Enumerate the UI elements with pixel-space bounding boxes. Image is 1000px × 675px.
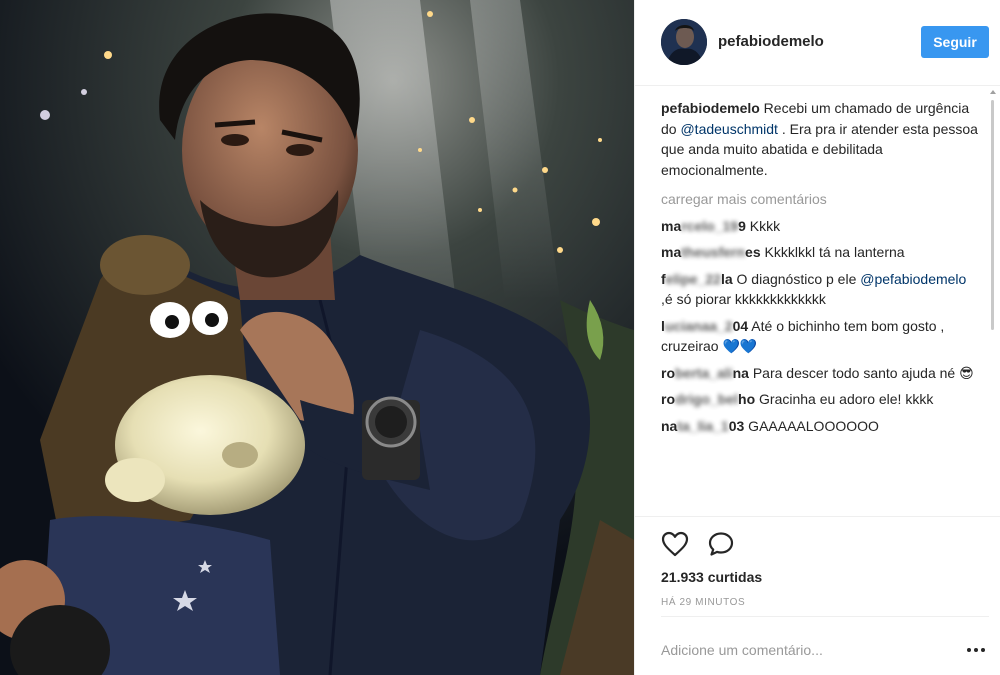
comment-item: felipe_22la O diagnóstico p ele @pefabio… xyxy=(661,269,981,310)
comment-username[interactable]: roberta_alina xyxy=(661,365,749,381)
comment-text: Kkkk xyxy=(745,217,781,234)
post-photo[interactable] xyxy=(0,0,634,675)
blurred-username-part: ucianaa_2 xyxy=(664,317,733,334)
comment-text: O diagnóstico p ele xyxy=(732,270,861,287)
heart-outline-icon[interactable] xyxy=(661,531,689,557)
comment-username[interactable]: marcelo_199 xyxy=(661,218,746,234)
likes-count[interactable]: 21.933 curtidas xyxy=(661,569,762,585)
scroll-up-arrow-icon[interactable] xyxy=(990,90,996,94)
comment-text: Gracinha eu adoro ele! kkkk xyxy=(755,391,934,407)
comments-scrollbar[interactable] xyxy=(987,86,999,514)
caption-mention[interactable]: @tadeuschmidt xyxy=(680,121,777,137)
comment-item: marcelo_199 Kkkk xyxy=(661,216,981,237)
avatar-image xyxy=(661,19,707,65)
post-sidebar: pefabiodemelo Seguir pefabiodemelo Receb… xyxy=(634,0,1000,675)
avatar[interactable] xyxy=(661,19,707,65)
blurred-username-part: rcelo_19 xyxy=(681,217,739,234)
ellipsis-icon[interactable] xyxy=(967,645,987,655)
blurred-username-part: elipe_22 xyxy=(665,270,721,287)
post-actions: 21.933 curtidas HÁ 29 MINUTOS xyxy=(635,516,1000,626)
speech-bubble-icon[interactable] xyxy=(707,531,735,557)
comment-mention[interactable]: @pefabiodemelo xyxy=(860,271,966,287)
follow-button[interactable]: Seguir xyxy=(921,26,989,58)
blurred-username-part: drigo_bel xyxy=(675,391,739,407)
comment-text: ,é só piorar kkkkkkkkkkkkk xyxy=(661,291,826,307)
comment-username[interactable]: felipe_22la xyxy=(661,271,733,287)
load-more-comments-link[interactable]: carregar mais comentários xyxy=(661,189,981,210)
scrollbar-thumb[interactable] xyxy=(991,100,994,330)
comment-item: matheusfernes Kkkklkkl tá na lanterna xyxy=(661,242,981,263)
post-caption: pefabiodemelo Recebi um chamado de urgên… xyxy=(661,98,981,180)
post-header: pefabiodemelo Seguir xyxy=(635,0,1000,86)
comment-username[interactable]: lucianaa_204 xyxy=(661,318,748,334)
blurred-username-part: ta_lia_1 xyxy=(677,417,729,434)
blurred-username-part: berta_ali xyxy=(675,364,733,381)
blurred-username-part: theusfern xyxy=(681,244,746,260)
photo-illustration xyxy=(0,0,634,675)
add-comment-input[interactable] xyxy=(661,635,941,665)
comment-item: roberta_alina Para descer todo santo aju… xyxy=(661,363,981,384)
comments-list: pefabiodemelo Recebi um chamado de urgên… xyxy=(661,98,981,516)
add-comment-bar xyxy=(661,616,989,675)
caption-username[interactable]: pefabiodemelo xyxy=(661,100,760,116)
comment-item: rodrigo_belho Gracinha eu adoro ele! kkk… xyxy=(661,389,981,410)
comment-item: lucianaa_204 Até o bichinho tem bom gost… xyxy=(661,316,981,357)
comment-username[interactable]: rodrigo_belho xyxy=(661,391,755,407)
comment-text: GAAAAALOOOOOO xyxy=(744,417,879,434)
comment-text: Kkkklkkl tá na lanterna xyxy=(760,244,905,260)
comment-username[interactable]: nata_lia_103 xyxy=(661,418,744,434)
comment-text: Para descer todo santo ajuda né 😎 xyxy=(748,364,974,381)
post-timestamp[interactable]: HÁ 29 MINUTOS xyxy=(661,597,745,608)
comment-item: nata_lia_103 GAAAAALOOOOOO xyxy=(661,416,981,437)
post-username[interactable]: pefabiodemelo xyxy=(718,33,824,50)
comment-username[interactable]: matheusfernes xyxy=(661,244,761,260)
